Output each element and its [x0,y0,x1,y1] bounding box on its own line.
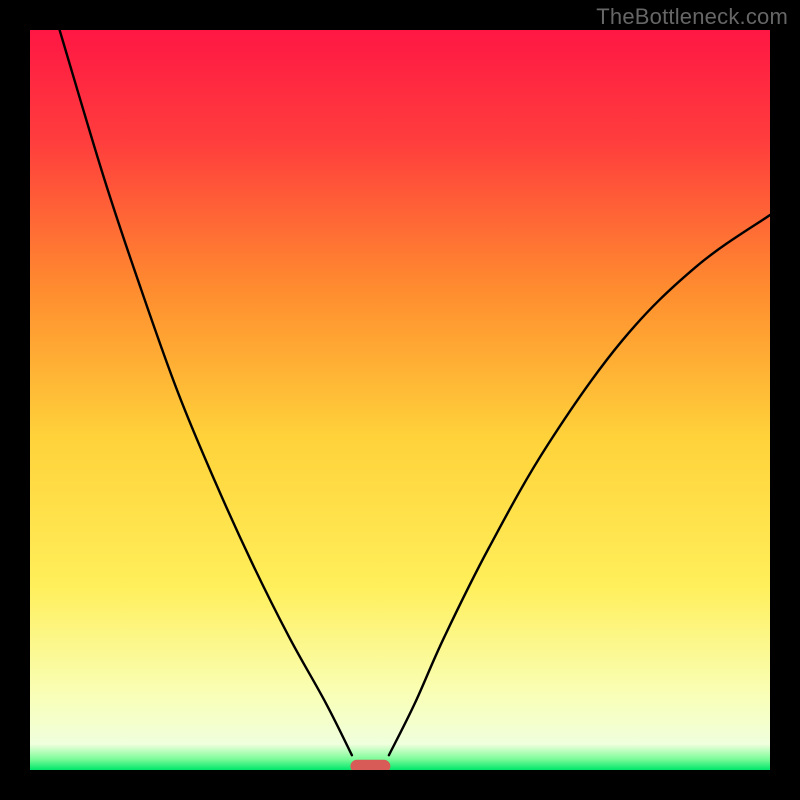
chart-frame: TheBottleneck.com [0,0,800,800]
watermark-label: TheBottleneck.com [596,4,788,30]
cusp-marker [350,760,390,770]
chart-canvas [30,30,770,770]
plot-area [30,30,770,770]
